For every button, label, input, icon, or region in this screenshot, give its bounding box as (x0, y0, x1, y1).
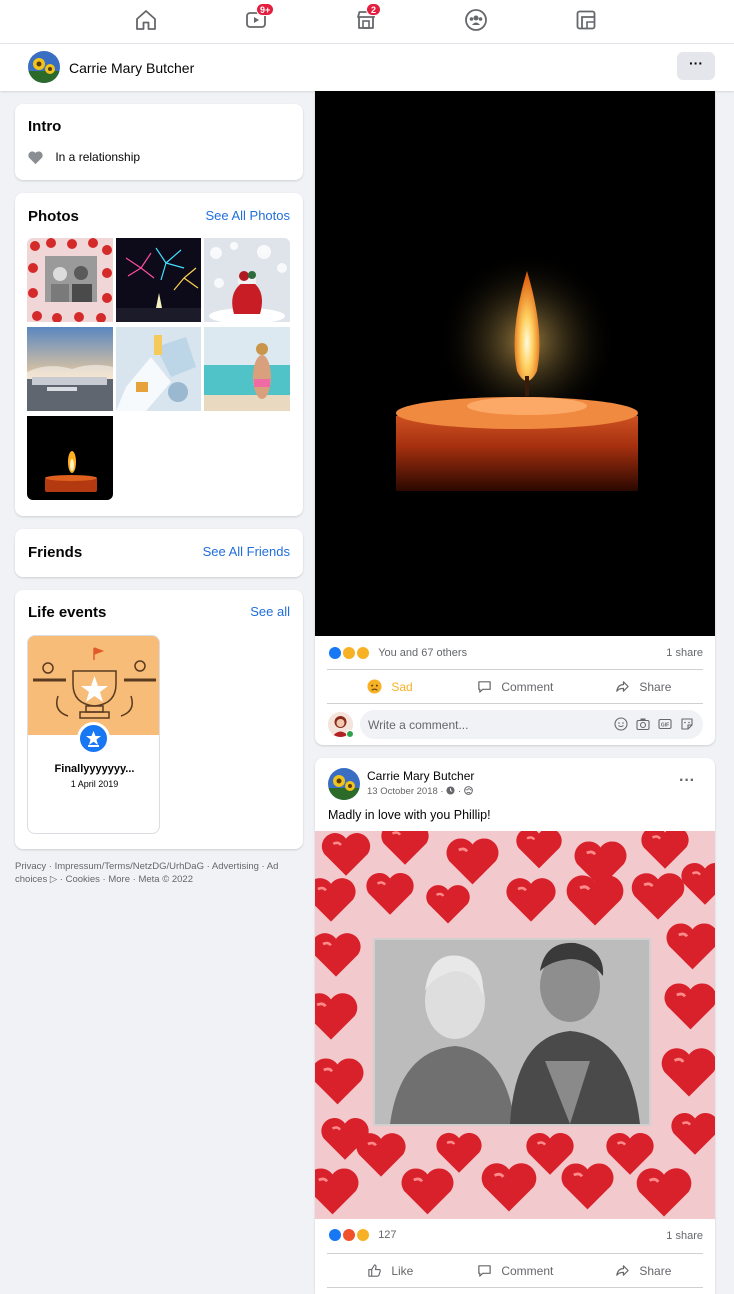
sad-reaction-icon (356, 646, 371, 660)
heart-icon (28, 151, 43, 165)
online-status-indicator (346, 730, 354, 738)
see-all-photos-link[interactable]: See All Photos (205, 208, 290, 223)
post-hearts-image[interactable] (315, 821, 715, 1219)
share-icon (616, 681, 629, 693)
post-candle-share-count[interactable]: 1 share (666, 647, 703, 659)
photo-thumbnail-beach[interactable] (204, 327, 290, 411)
post-hearts-reactions[interactable]: 127 (328, 1228, 397, 1242)
life-event-date: 1 April 2019 (70, 779, 119, 789)
post-candle: You and 67 others 1 share Sad Comment Sh… (315, 91, 715, 745)
like-button[interactable]: Like (367, 1263, 413, 1278)
photo-thumbnail-hearts-couple[interactable] (27, 238, 113, 322)
comment-input[interactable]: Write a comment... GIF (360, 710, 703, 739)
profile-avatar[interactable] (28, 51, 60, 83)
intro-title: Intro (28, 118, 62, 135)
comment-label: Comment (501, 679, 554, 694)
comment-icon (478, 1265, 491, 1278)
post-candle-reactions[interactable]: You and 67 others (328, 646, 467, 660)
post-date-text: 13 October 2018 · (367, 786, 444, 797)
post-timestamp[interactable]: 13 October 2018 · · (367, 786, 473, 797)
profile-header-bar: Carrie Mary Butcher ··· (0, 44, 734, 91)
angry-reaction-icon (342, 1228, 357, 1242)
photos-title: Photos (28, 208, 79, 225)
sad-label: Sad (391, 679, 413, 694)
intro-card: Intro In a relationship (15, 104, 303, 180)
like-reaction-icon (328, 1228, 342, 1242)
photo-thumbnail-gift-sack[interactable] (204, 238, 290, 322)
top-navigation: 9+ 2 (0, 0, 734, 44)
gif-icon[interactable]: GIF (658, 717, 672, 731)
photo-thumbnail-airport[interactable] (27, 327, 113, 411)
divider (327, 1287, 703, 1288)
divider (327, 1253, 703, 1254)
groups-icon[interactable] (464, 8, 488, 32)
marketplace-icon[interactable]: 2 (354, 3, 381, 32)
relationship-status: In a relationship (27, 150, 140, 165)
friends-title: Friends (28, 544, 83, 561)
wow-reaction-icon (356, 1228, 371, 1242)
svg-text:GIF: GIF (661, 722, 669, 728)
comment-label: Comment (501, 1263, 554, 1278)
post-hearts-share-count[interactable]: 1 share (666, 1230, 703, 1242)
relationship-label: In a relationship (55, 150, 141, 164)
post-author-avatar[interactable] (328, 768, 360, 800)
reactions-summary: You and 67 others (378, 647, 468, 659)
globe-icon (463, 786, 473, 795)
like-reaction-icon (328, 646, 342, 660)
comment-button[interactable]: Comment (477, 679, 553, 694)
divider (327, 703, 703, 704)
divider (327, 669, 703, 670)
life-event-title: Finallyyyyyyy... (54, 763, 135, 775)
like-label: Like (391, 1263, 414, 1278)
post-text: Madly in love with you Phillip! (328, 808, 491, 822)
photo-thumbnail-fireworks[interactable] (116, 238, 201, 322)
post-author-name[interactable]: Carrie Mary Butcher (367, 769, 474, 783)
comment-placeholder: Write a comment... (368, 718, 469, 732)
camera-icon[interactable] (636, 717, 650, 731)
profile-name[interactable]: Carrie Mary Butcher (69, 60, 194, 76)
share-button[interactable]: Share (615, 1263, 671, 1278)
profile-more-button[interactable]: ··· (677, 52, 715, 80)
home-icon[interactable] (134, 8, 158, 32)
comment-composer: Write a comment... GIF (328, 710, 703, 740)
life-event-badge-icon (77, 722, 110, 755)
share-icon (616, 1265, 629, 1277)
photo-thumbnail-drinks[interactable] (116, 327, 201, 411)
gaming-icon[interactable] (574, 8, 598, 32)
emoji-icon[interactable] (614, 717, 628, 731)
post-candle-image[interactable] (315, 91, 715, 636)
life-event-item[interactable]: Finallyyyyyyy... 1 April 2019 (27, 635, 160, 834)
post-hearts: Carrie Mary Butcher 13 October 2018 · · … (315, 758, 715, 1294)
footer-links[interactable]: Privacy · Impressum/Terms/NetzDG/UrhDaG … (15, 860, 297, 886)
haha-reaction-icon (342, 646, 357, 660)
thumbs-up-icon (368, 1264, 381, 1278)
life-event-image (28, 636, 159, 735)
see-all-friends-link[interactable]: See All Friends (203, 544, 290, 559)
reactions-count: 127 (378, 1229, 397, 1241)
watch-icon[interactable]: 9+ (244, 3, 275, 32)
watch-notification-badge: 9+ (256, 3, 275, 16)
marketplace-notification-badge: 2 (366, 3, 381, 16)
comment-icon (478, 681, 491, 694)
post-more-options-button[interactable]: ··· (679, 772, 695, 790)
photo-thumbnail-candle[interactable] (27, 416, 113, 500)
comment-button[interactable]: Comment (477, 1263, 553, 1278)
photos-card: Photos See All Photos (15, 193, 303, 516)
clock-icon (446, 786, 455, 795)
life-events-title: Life events (28, 604, 107, 621)
sad-reaction-button[interactable]: Sad (367, 679, 413, 694)
sad-face-icon (367, 679, 382, 694)
sticker-icon[interactable] (680, 717, 694, 731)
share-button[interactable]: Share (615, 679, 671, 694)
see-all-life-events-link[interactable]: See all (250, 604, 290, 619)
life-events-card: Life events See all Finallyyyyyyy... 1 A… (15, 590, 303, 849)
share-label: Share (639, 679, 672, 694)
friends-card: Friends See All Friends (15, 529, 303, 577)
share-label: Share (639, 1263, 672, 1278)
